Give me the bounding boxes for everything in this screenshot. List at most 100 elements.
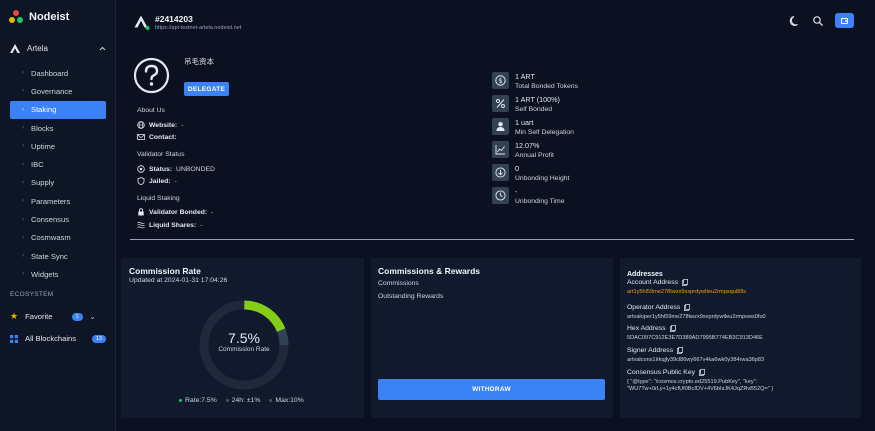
stat-min-self-delegation: 1 uart Min Self Delegation [492,118,642,137]
chain-selector[interactable]: Artela [10,44,106,53]
copy-icon[interactable] [669,325,676,332]
mail-icon [137,134,145,140]
copy-icon[interactable] [682,279,688,286]
sidebar-item-state-sync[interactable]: › State Sync [10,247,106,265]
moon-icon[interactable] [789,15,801,27]
chevron-right-icon: › [22,143,24,150]
addresses-title: Addresses [627,271,663,278]
delegate-button[interactable]: DELEGATE [184,82,229,96]
brand-title: Nodeist [29,11,70,23]
wallet-button[interactable] [835,13,854,28]
sidebar-item-favorite[interactable]: ★ Favorite 1 ⌄ [10,311,106,322]
stat-annual-profit: 12.07% Annual Profit [492,141,642,160]
status-label: Status: [149,165,173,173]
validator-moniker: 吊毛资本 [184,57,214,66]
chevron-right-icon: › [22,198,24,205]
star-icon: ★ [10,311,19,321]
sidebar-item-label: Cosmwasm [31,233,71,243]
jailed-row: Jailed: - [137,177,177,185]
lock-icon [138,208,144,216]
stat-value: - [515,187,518,196]
endpoint-url[interactable]: https://api-testnet-artela.nodeist.net [155,25,241,31]
sidebar-item-governance[interactable]: › Governance [10,82,106,100]
stat-value: 0 [515,164,519,173]
stat-label: Total Bonded Tokens [515,83,578,90]
validator-bonded-label: Validator Bonded: [149,208,208,216]
stat-value: 12.07% [515,141,540,150]
commission-rate-title: Commission Rate [129,266,201,276]
grid-icon [10,334,18,343]
chevron-right-icon: › [22,88,24,95]
legend-dot [269,398,273,402]
stat-label: Unbonding Height [515,175,570,182]
legend-dot [179,398,182,402]
stat-value: 1 ART (100%) [515,95,560,104]
sidebar: Nodeist Artela › Dashboard › Governance › S… [0,0,116,431]
contact-row: Contact: [137,133,181,141]
sidebar-item-label: Widgets [31,269,59,279]
signer-address-value: artvalcons1lrkqjly39cl86wy667v4ka6wk0y38… [627,357,765,363]
sidebar-item-label: State Sync [31,251,68,261]
jailed-label: Jailed: [149,177,171,185]
copy-icon[interactable] [684,304,691,311]
sidebar-item-label: Supply [31,178,55,188]
hex-address-value: 5DAC097C912E3E7D389AD7995B774EB3C913D46E [627,335,763,341]
sidebar-item-dashboard[interactable]: › Dashboard [10,64,106,82]
status-circle-icon [137,165,145,173]
commissions-rewards-card: Commissions & Rewards Commissions Outsta… [371,258,613,418]
svg-text:$: $ [498,77,502,85]
website-row: Website: - [137,121,183,129]
clock-icon [492,187,509,204]
shield-icon [137,177,145,185]
withdraw-button[interactable]: WITHDRAW [378,379,605,400]
jailed-value: - [174,177,177,185]
brand[interactable]: Nodeist [9,10,69,24]
dollar-icon: $ [492,72,509,89]
website-value[interactable]: - [181,122,183,129]
sidebar-item-all-blockchains[interactable]: All Blockchains 13 [10,334,106,343]
copy-icon[interactable] [677,347,684,354]
chevron-right-icon: › [22,179,24,186]
liquid-shares-value: - [200,221,203,229]
favorite-count-badge: 1 [71,312,83,321]
sidebar-item-ibc[interactable]: › IBC [10,155,106,173]
sidebar-item-consensus[interactable]: › Consensus [10,210,106,228]
sidebar-item-label: Dashboard [31,68,69,78]
chevron-right-icon: › [22,106,24,113]
header: #2414203 https://api-testnet-artela.node… [116,0,875,44]
sidebar-item-uptime[interactable]: › Uptime [10,137,106,155]
chevron-right-icon: › [22,70,24,77]
sidebar-item-staking[interactable]: › Staking [10,100,106,119]
chevron-down-icon: ⌄ [89,313,96,321]
legend-max-text: Max:10% [275,397,304,404]
commissions-rewards-title: Commissions & Rewards [378,266,481,276]
hex-address-label: Hex Address [627,325,666,332]
consensus-public-key-label: Consensus Public Key [627,369,696,376]
commission-rate-card: Commission Rate Updated at 2024-01-31 17… [121,258,364,418]
sidebar-item-blocks[interactable]: › Blocks [10,119,106,137]
arrow-down-circle-icon [492,164,509,181]
favorite-label: Favorite [25,312,53,321]
sidebar-item-label: Uptime [31,141,56,151]
percent-icon [492,95,509,112]
sidebar-item-parameters[interactable]: › Parameters [10,192,106,210]
sidebar-item-widgets[interactable]: › Widgets [10,265,106,283]
operator-address: Operator Address artvaloper1y5hl59me278t… [627,304,766,320]
sidebar-item-label: Staking [31,105,57,115]
chevron-right-icon: › [22,234,24,241]
sidebar-item-supply[interactable]: › Supply [10,174,106,192]
stat-label: Self Bonded [515,106,553,113]
sidebar-item-cosmwasm[interactable]: › Cosmwasm [10,229,106,247]
legend-change: 24h: ±1% [225,397,260,404]
commission-rate-value: 7.5% [228,330,260,346]
account-address-value[interactable]: art1y5hl59me278twzx9sxprdywtleu2rmpsqu80… [627,289,746,295]
stat-value: 1 uart [515,118,534,127]
commission-updated: Updated at 2024-01-31 17:04:26 [129,277,228,284]
copy-icon[interactable] [699,369,705,376]
all-blockchains-count-badge: 13 [91,334,106,343]
sidebar-item-label: Parameters [31,196,71,206]
waves-icon [137,222,145,229]
account-address: Account Address art1y5hl59me278twzx9sxpr… [627,279,746,295]
search-icon[interactable] [812,15,824,27]
hex-address: Hex Address 5DAC097C912E3E7D389AD7995B77… [627,325,763,341]
